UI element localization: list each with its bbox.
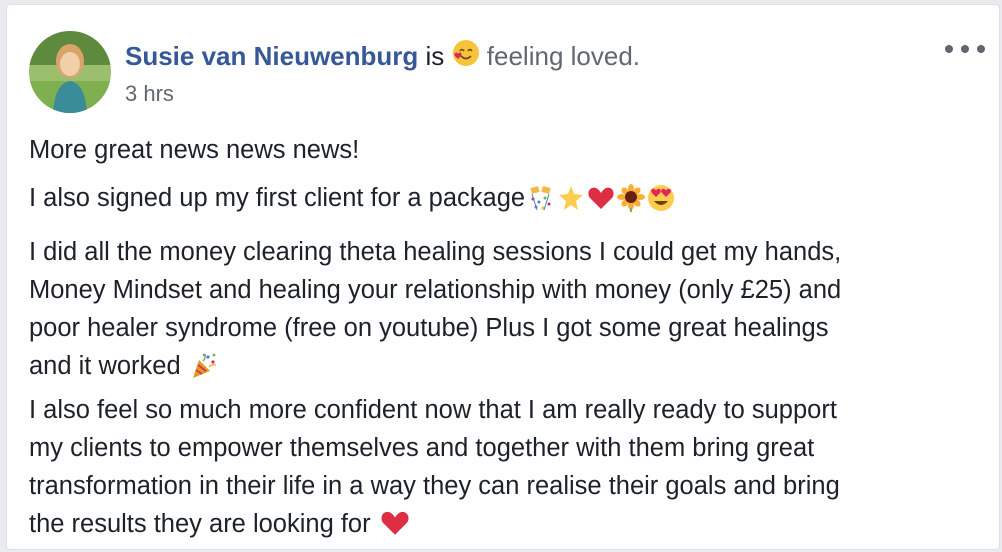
red-heart-icon [587, 184, 615, 223]
post-line-package: I also signed up my first client for a p… [29, 179, 979, 223]
red-heart-icon [380, 508, 410, 549]
post-line-worked: and it worked [29, 347, 979, 391]
post-line: More great news news news! [29, 136, 360, 164]
sunflower-icon [617, 184, 646, 223]
author-name[interactable]: Susie van Nieuwenburg [125, 41, 418, 72]
post-line: and it worked [29, 352, 181, 380]
post-line: my clients to empower themselves and tog… [29, 434, 815, 462]
post-line: poor healer syndrome (free on youtube) P… [29, 314, 829, 342]
post-line: the results they are looking for [29, 510, 371, 538]
post-header: Susie van Nieuwenburg is feeling loved. [125, 39, 640, 74]
post-line-end: the results they are looking for [29, 505, 979, 549]
smiling-hearts-emoji-icon [452, 39, 480, 74]
heart-eyes-emoji-icon [647, 184, 675, 223]
more-options-icon[interactable] [945, 39, 985, 59]
post-line: transformation in their life in a way th… [29, 472, 840, 500]
post-body: More great news news news! I also signed… [29, 131, 979, 549]
is-text: is [425, 41, 445, 71]
star-icon [557, 184, 585, 223]
post-card: Susie van Nieuwenburg is feeling loved. … [6, 4, 1000, 550]
avatar[interactable] [29, 31, 111, 113]
feeling-text: feeling loved. [486, 41, 641, 71]
post-line: I did all the money clearing theta heali… [29, 238, 842, 266]
timestamp[interactable]: 3 hrs [125, 81, 174, 107]
post-line: Money Mindset and healing your relations… [29, 276, 842, 304]
post-line: I also feel so much more confident now t… [29, 396, 837, 424]
confetti-icon [527, 184, 555, 223]
post-line: I also signed up my first client for a p… [29, 184, 526, 212]
party-popper-icon [190, 352, 218, 391]
